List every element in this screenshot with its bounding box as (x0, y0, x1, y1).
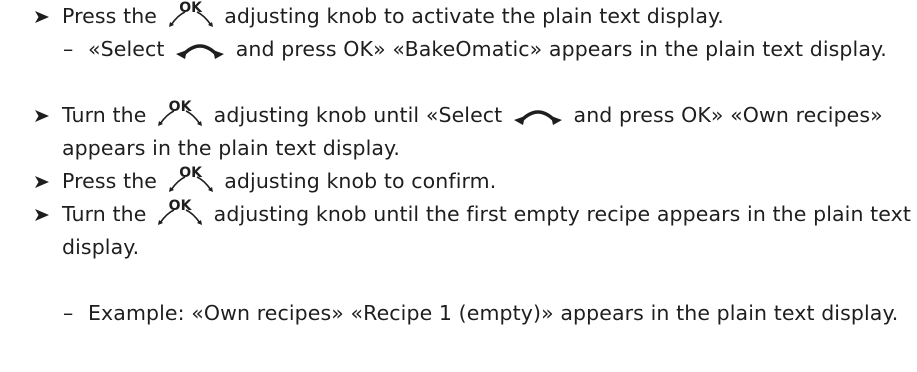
step-1-text-b: adjusting knob to activate the plain tex… (217, 4, 724, 28)
ok-knob-icon: OK (166, 1, 216, 27)
sub-step-1: – «Select and press OK» «BakeOmatic» app… (63, 33, 913, 66)
step-3-text-b: adjusting knob to confirm. (217, 169, 497, 193)
step-2: Turn the OK adjusting knob until «Select… (34, 99, 914, 165)
arrow-right-icon (34, 99, 50, 132)
instruction-document: Press the OK adjusting knob to activate … (0, 0, 917, 372)
rotate-arc-icon (513, 110, 562, 125)
sub-marker-dash: – (63, 37, 74, 61)
step-4: Turn the OK adjusting knob until the fir… (34, 198, 914, 264)
step-1: Press the OK adjusting knob to activate … (34, 0, 914, 33)
ok-knob-label: OK (179, 0, 203, 16)
ok-knob-icon: OK (166, 166, 216, 192)
ok-knob-icon: OK (155, 199, 205, 225)
sub-step-1-text-b: and press OK» «BakeOmatic» appears in th… (229, 37, 887, 61)
ok-knob-icon: OK (155, 100, 205, 126)
sub-step-2: – Example: «Own recipes» «Recipe 1 (empt… (63, 297, 913, 330)
arrow-right-icon (34, 165, 50, 198)
step-3: Press the OK adjusting knob to confirm. (34, 165, 914, 198)
step-1-text-a: Press the (62, 4, 164, 28)
step-4-text-a: Turn the (62, 202, 154, 226)
sub-step-1-text-a: «Select (88, 37, 172, 61)
step-2-text-a: Turn the (62, 103, 154, 127)
step-3-text-a: Press the (62, 169, 164, 193)
sub-step-2-text: Example: «Own recipes» «Recipe 1 (empty)… (88, 301, 899, 325)
arrow-right-icon (34, 198, 50, 231)
arrow-right-icon (34, 0, 50, 33)
ok-knob-label: OK (168, 99, 192, 115)
ok-knob-label: OK (168, 198, 192, 214)
rotate-arc-icon (176, 44, 225, 59)
step-2-text-b: adjusting knob until «Select (207, 103, 509, 127)
ok-knob-label: OK (179, 165, 203, 181)
sub-marker-dash: – (63, 301, 74, 325)
